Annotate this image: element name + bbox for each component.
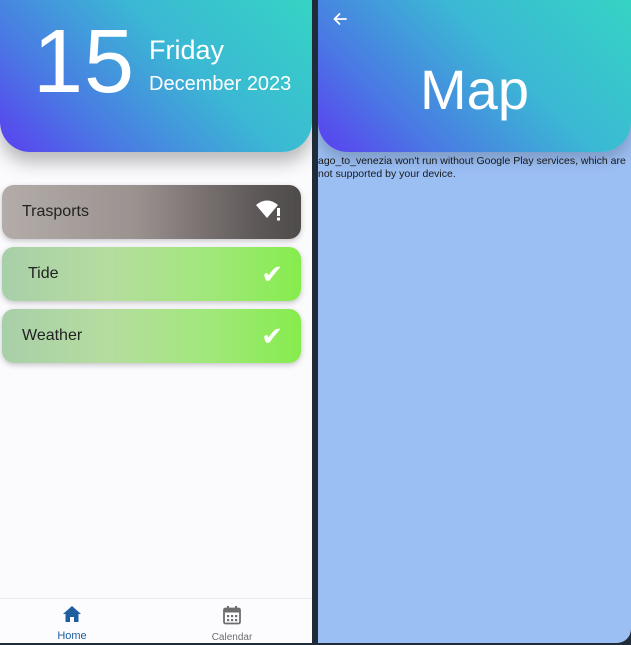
map-header: Map xyxy=(318,0,631,152)
tide-card[interactable]: Tide ✔ xyxy=(2,247,301,301)
weather-card[interactable]: Weather ✔ xyxy=(2,309,301,363)
nav-calendar-label: Calendar xyxy=(211,632,253,643)
home-icon xyxy=(62,605,82,628)
check-icon: ✔ xyxy=(261,321,283,351)
tide-card-label: Tide xyxy=(28,265,59,282)
nav-home[interactable]: Home xyxy=(27,605,117,642)
date-month-year: December 2023 xyxy=(149,73,292,95)
transports-card-label: Trasports xyxy=(22,203,89,220)
bottom-navigation: Home Calendar xyxy=(0,598,312,643)
nav-home-label: Home xyxy=(57,630,87,642)
map-title: Map xyxy=(420,58,529,121)
check-icon: ✔ xyxy=(261,259,283,289)
date-weekday: Friday xyxy=(149,35,225,65)
home-screen: 15 Friday December 2023 Trasports Tide ✔… xyxy=(0,0,312,643)
play-services-error-message: ago_to_venezia won't run without Google … xyxy=(318,155,626,180)
calendar-icon xyxy=(222,605,242,630)
weather-card-label: Weather xyxy=(22,327,83,344)
date-day: 15 xyxy=(33,12,136,112)
map-screen: Map ago_to_venezia won't run without Goo… xyxy=(318,0,631,643)
transports-card[interactable]: Trasports xyxy=(2,185,301,239)
wifi-alert-icon xyxy=(255,199,283,226)
nav-calendar[interactable]: Calendar xyxy=(187,605,277,643)
date-header: 15 Friday December 2023 xyxy=(0,0,312,152)
app-root: 15 Friday December 2023 Trasports Tide ✔… xyxy=(0,0,631,645)
